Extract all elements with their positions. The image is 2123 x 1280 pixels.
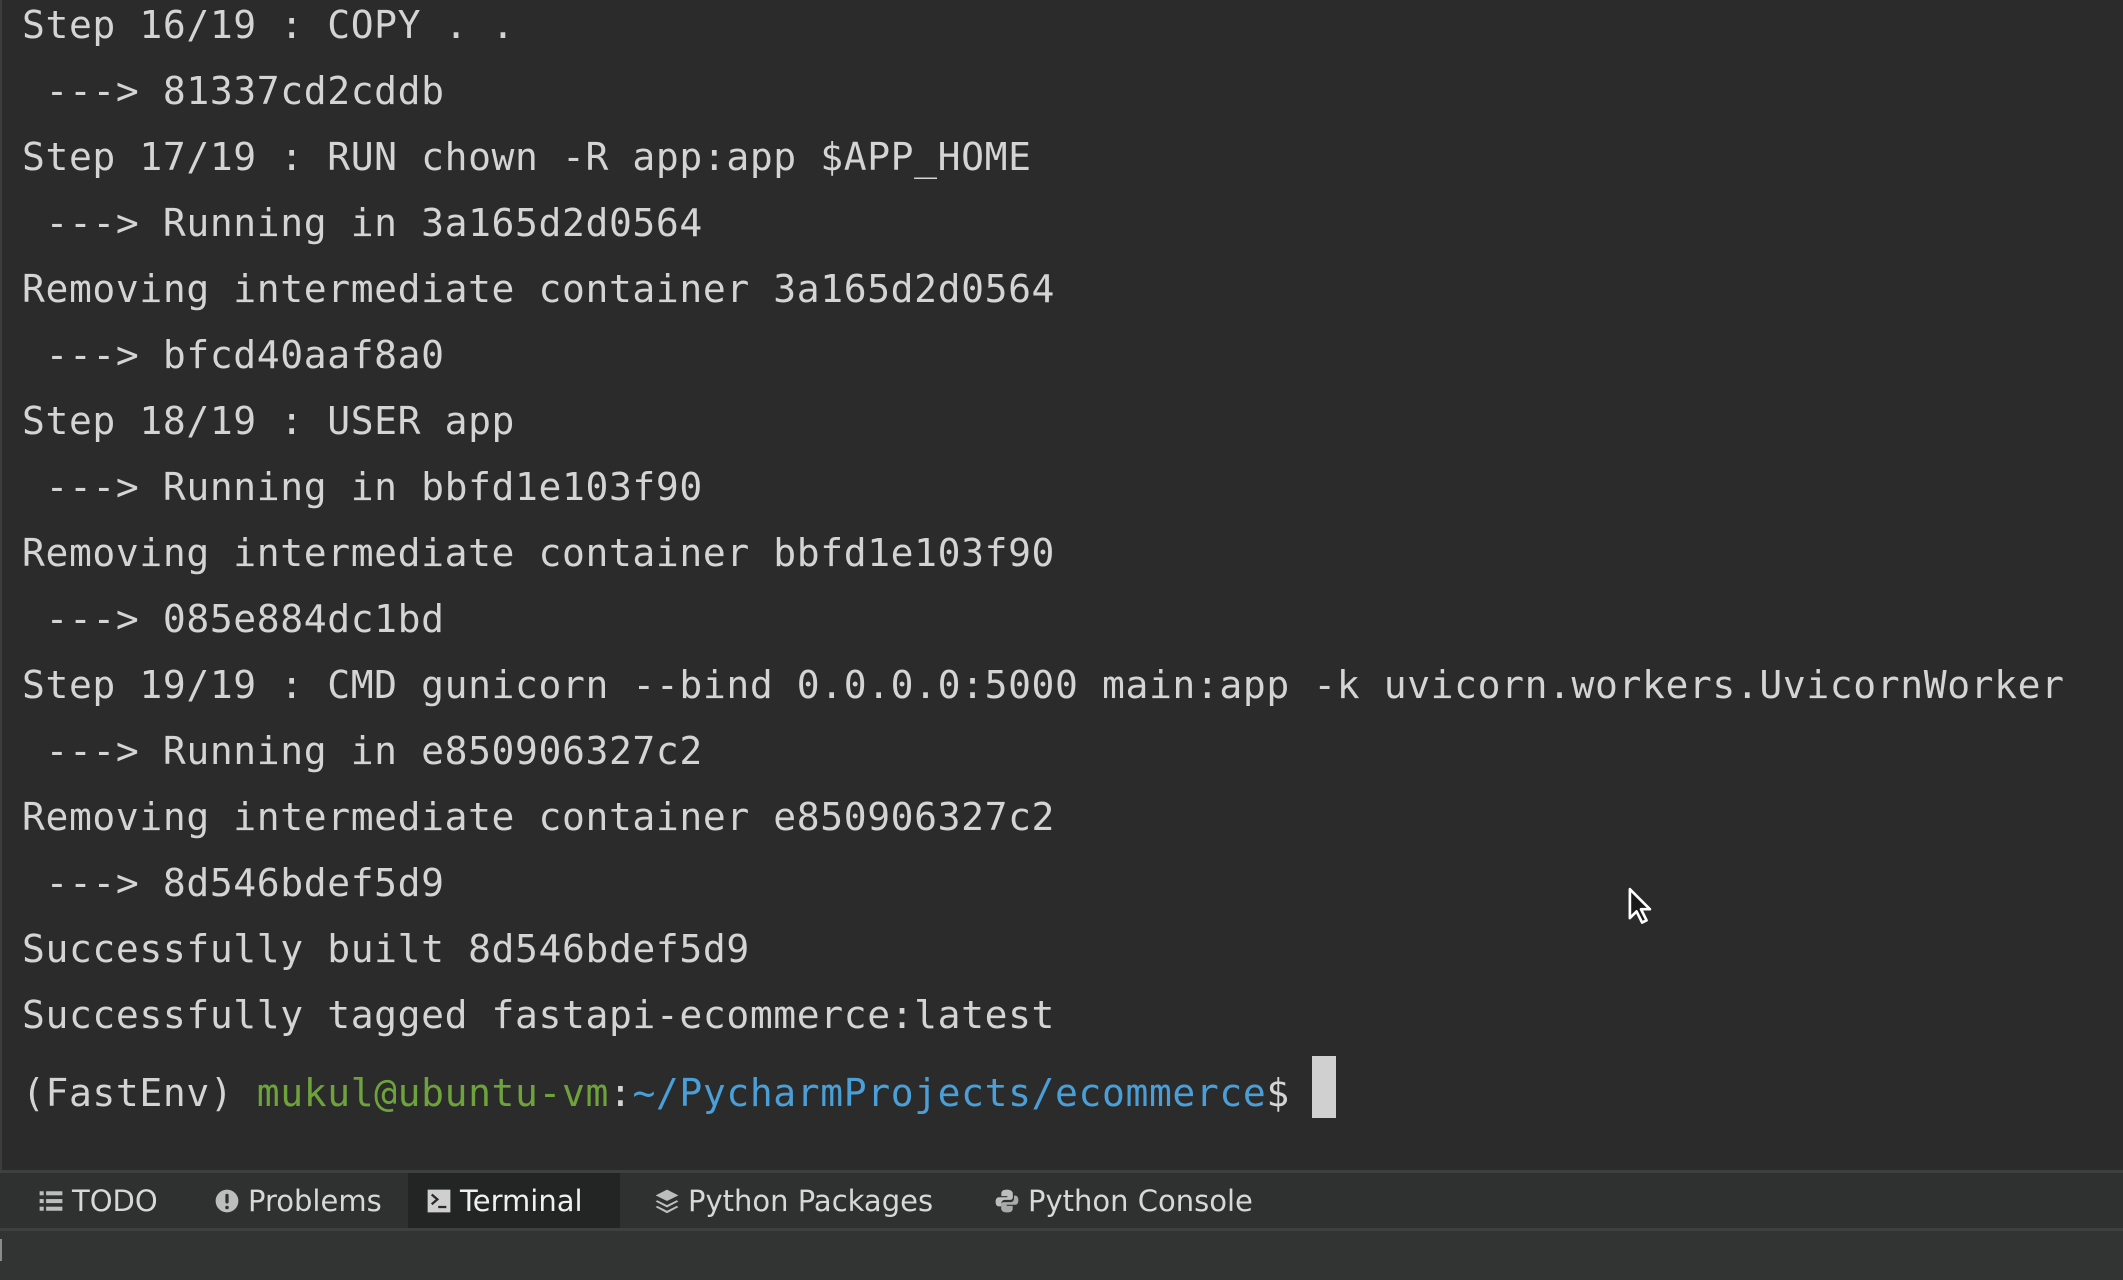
terminal-line: Removing intermediate container 3a165d2d… [22, 267, 1056, 311]
tab-python-packages[interactable]: Python Packages [636, 1173, 951, 1228]
terminal-prompt[interactable]: (FastEnv) mukul@ubuntu-vm:~/PycharmProje… [22, 1056, 2065, 1122]
tab-label: TODO [72, 1183, 158, 1218]
prompt-user-host: mukul@ubuntu-vm [256, 1071, 609, 1115]
terminal-line: ---> Running in 3a165d2d0564 [22, 201, 703, 245]
prompt-dollar: $ [1266, 1071, 1290, 1115]
tab-label: Terminal [460, 1183, 583, 1218]
terminal-line: Removing intermediate container bbfd1e10… [22, 531, 1056, 575]
terminal-line: ---> bfcd40aaf8a0 [22, 333, 445, 377]
terminal-line: Step 19/19 : CMD gunicorn --bind 0.0.0.0… [22, 663, 2065, 707]
list-icon [39, 1190, 63, 1211]
tab-label: Python Console [1028, 1183, 1253, 1218]
tab-terminal[interactable]: Terminal [408, 1173, 620, 1228]
terminal-line: ---> 8d546bdef5d9 [22, 861, 445, 905]
tool-window-bar: TODO Problems Terminal Python Packages P… [0, 1173, 2123, 1228]
tab-problems[interactable]: Problems [196, 1173, 400, 1228]
layers-icon [655, 1189, 679, 1213]
terminal-line: ---> Running in e850906327c2 [22, 729, 703, 773]
tab-label: Problems [248, 1183, 382, 1218]
mouse-pointer-icon [1628, 887, 1652, 924]
prompt-env: (FastEnv) [22, 1071, 257, 1115]
status-bar-marker [0, 1239, 2, 1261]
terminal-icon [427, 1189, 451, 1212]
terminal-line: ---> 085e884dc1bd [22, 597, 445, 641]
terminal-output: Step 16/19 : COPY . . ---> 81337cd2cddb … [22, 0, 2065, 1122]
tab-python-console[interactable]: Python Console [976, 1173, 1271, 1228]
prompt-colon: : [608, 1071, 633, 1115]
status-bar [0, 1231, 2123, 1280]
terminal-panel[interactable]: Step 16/19 : COPY . . ---> 81337cd2cddb … [0, 0, 2123, 1170]
terminal-line: Successfully tagged fastapi-ecommerce:la… [22, 993, 1056, 1037]
terminal-line: Step 16/19 : COPY . . [22, 3, 516, 47]
tab-todo[interactable]: TODO [20, 1173, 176, 1228]
exclamation-circle-icon [215, 1189, 239, 1212]
tab-label: Python Packages [688, 1183, 934, 1218]
text-cursor [1311, 1056, 1336, 1118]
terminal-line: Step 17/19 : RUN chown -R app:app $APP_H… [22, 135, 1032, 179]
terminal-line: Successfully built 8d546bdef5d9 [22, 927, 750, 971]
prompt-path: ~/PycharmProjects/ecommerce [632, 1071, 1267, 1115]
terminal-line: Step 18/19 : USER app [22, 399, 516, 443]
terminal-line: ---> 81337cd2cddb [22, 69, 445, 113]
python-icon [995, 1189, 1019, 1212]
terminal-line: Removing intermediate container e8509063… [22, 795, 1056, 839]
terminal-line: ---> Running in bbfd1e103f90 [22, 465, 703, 509]
